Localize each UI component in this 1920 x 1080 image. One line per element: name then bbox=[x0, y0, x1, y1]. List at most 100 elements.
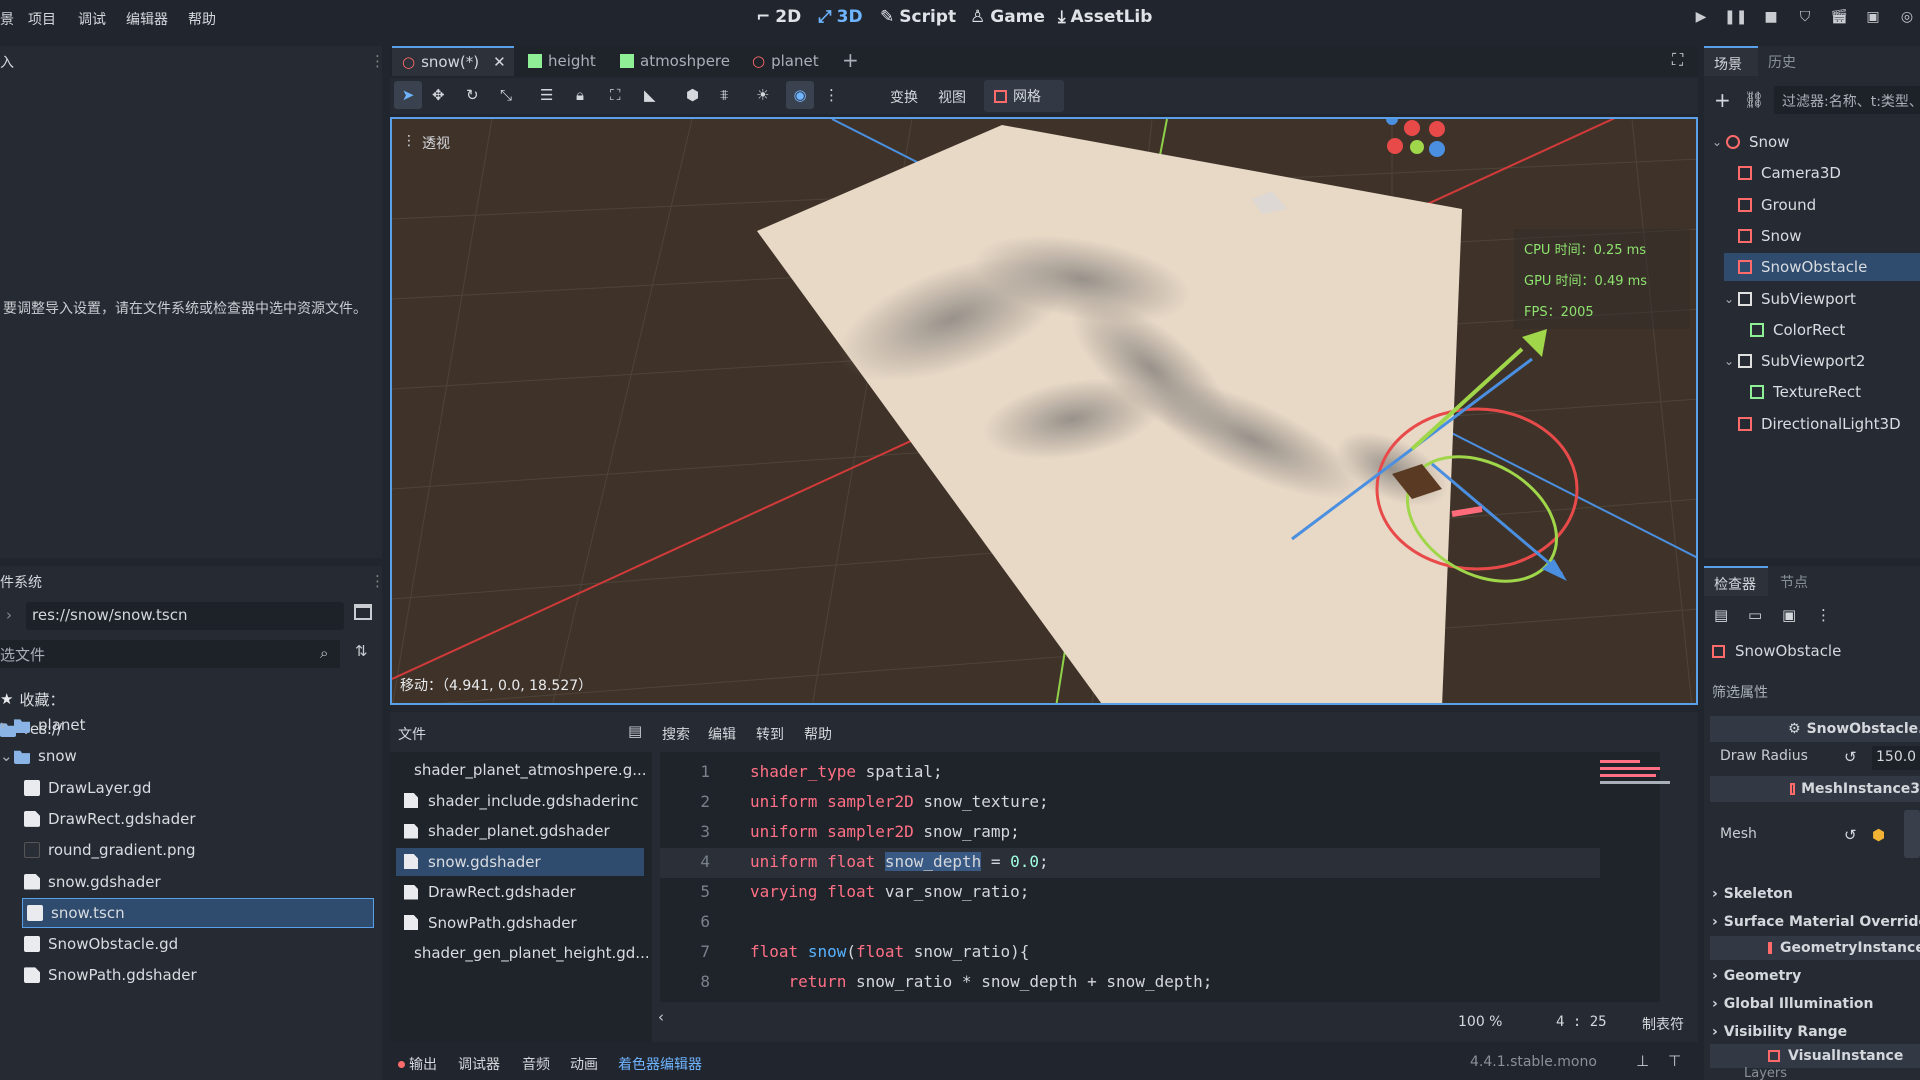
scene-node-row[interactable]: TextureRect bbox=[1736, 378, 1920, 406]
mode-assetlib-button[interactable]: ⤓ AssetLib bbox=[1058, 7, 1152, 27]
reset-icon[interactable]: ↺ bbox=[1844, 748, 1857, 766]
rotate-tool-icon[interactable]: ↻ bbox=[466, 86, 479, 104]
meshinstance-section-header[interactable]: MeshInstance3 bbox=[1710, 776, 1920, 802]
scene-filter-input[interactable]: 过滤器:名称、t:类型、 bbox=[1774, 86, 1920, 114]
inspector-section[interactable]: › Surface Material Override bbox=[1712, 910, 1920, 934]
code-minimap[interactable] bbox=[1600, 756, 1680, 816]
reset-icon[interactable]: ↺ bbox=[1844, 826, 1857, 844]
split-mode-icon[interactable] bbox=[354, 604, 372, 620]
menu-help[interactable]: 帮助 bbox=[188, 9, 216, 29]
inspector-section[interactable]: VisualInstance bbox=[1710, 1044, 1920, 1068]
file-item[interactable]: snow.gdshader bbox=[0, 867, 380, 897]
scene-tab-planet[interactable]: ○ planet bbox=[752, 52, 819, 70]
scene-tab-atmoshpere[interactable]: atmoshpere bbox=[620, 52, 730, 70]
chevron-down-icon[interactable]: ⌄ bbox=[1712, 135, 1726, 149]
draw-radius-field[interactable]: 150.0 bbox=[1872, 746, 1920, 770]
menu-file[interactable]: 文件 bbox=[398, 724, 426, 744]
file-item[interactable]: snow.tscn bbox=[22, 897, 374, 928]
file-item[interactable]: ⌄ snow bbox=[0, 741, 380, 771]
expand-panel-icon[interactable]: ⊤ bbox=[1668, 1052, 1681, 1070]
pause-icon[interactable]: ❚❚ bbox=[1724, 9, 1747, 29]
menu-project[interactable]: 项目 bbox=[28, 9, 56, 29]
mode-game-button[interactable]: ♙ Game bbox=[970, 7, 1045, 27]
play-scene-icon[interactable]: 🎬︎ bbox=[1828, 9, 1850, 29]
file-item[interactable]: SnowObstacle.gd bbox=[0, 929, 380, 959]
file-item[interactable]: DrawLayer.gd bbox=[0, 773, 380, 803]
lock-icon[interactable]: 🔒︎ bbox=[576, 86, 584, 104]
ruler-icon[interactable]: ◣ bbox=[644, 86, 656, 104]
scene-tab-height[interactable]: height bbox=[528, 52, 596, 70]
inspector-section[interactable]: › Visibility Range bbox=[1712, 1020, 1920, 1044]
link-icon[interactable]: ⛓ bbox=[1744, 90, 1764, 109]
menu-help[interactable]: 帮助 bbox=[804, 724, 832, 744]
inspector-section[interactable]: › Skeleton bbox=[1712, 882, 1920, 906]
script-file-item[interactable]: shader_planet_atmoshpere.g... bbox=[396, 756, 647, 784]
path-field[interactable]: res://snow/snow.tscn bbox=[26, 602, 344, 630]
file-filter-input[interactable]: 选文件 bbox=[0, 640, 340, 668]
tab-history[interactable]: 历史 bbox=[1768, 52, 1796, 72]
move-tool-icon[interactable]: ✥ bbox=[432, 86, 445, 104]
chevron-down-icon[interactable]: ⌄ bbox=[1724, 354, 1738, 368]
scene-node-row[interactable]: ⌄ SubViewport2 bbox=[1724, 347, 1920, 375]
mode-2d-button[interactable]: ⌐ 2D bbox=[756, 7, 801, 27]
tab-debugger[interactable]: 调试器 bbox=[458, 1054, 500, 1074]
stop-icon[interactable]: ■ bbox=[1760, 9, 1782, 29]
file-item[interactable]: › planet bbox=[0, 710, 380, 740]
code-area[interactable]: 1 shader_type spatial; 2 uniform sampler2D… bbox=[660, 752, 1660, 1002]
scene-node-row[interactable]: Ground bbox=[1724, 191, 1920, 219]
movie-maker-icon[interactable]: ◎ bbox=[1896, 9, 1918, 29]
fullscreen-icon[interactable]: ⛶ bbox=[1672, 50, 1683, 70]
inspector-section[interactable]: GeometryInstance bbox=[1710, 936, 1920, 960]
open-folder-icon[interactable]: ▭ bbox=[1748, 606, 1762, 624]
add-node-icon[interactable]: + bbox=[1714, 88, 1731, 112]
more-icon[interactable]: ⋮ bbox=[824, 86, 839, 104]
list-select-icon[interactable]: ☰ bbox=[540, 86, 553, 104]
select-tool-icon[interactable]: ➤ bbox=[394, 81, 422, 109]
script-section-header[interactable]: ⚙ SnowObstacle. bbox=[1710, 716, 1920, 742]
3d-viewport[interactable]: ⋮ 透视 CPU 时间：0.25 ms GPU 时间：0.49 ms FPS：20… bbox=[390, 117, 1698, 705]
script-file-item[interactable]: shader_gen_planet_height.gd... bbox=[396, 939, 650, 967]
scene-node-row[interactable]: ColorRect bbox=[1736, 316, 1920, 344]
script-file-item[interactable]: shader_include.gdshaderinc bbox=[396, 787, 644, 815]
perspective-menu[interactable]: ⋮ 透视 bbox=[402, 133, 450, 153]
toggle-list-icon[interactable]: ▤ bbox=[628, 722, 642, 740]
snap-icon[interactable]: ⩨ bbox=[720, 86, 728, 104]
mesh-preview[interactable] bbox=[1904, 810, 1920, 858]
pin-icon[interactable]: ⊥ bbox=[1636, 1052, 1649, 1070]
chevron-right-icon[interactable]: › bbox=[6, 606, 12, 624]
import-tab[interactable]: 入 bbox=[0, 52, 14, 72]
chevron-icon[interactable]: ⌄ bbox=[0, 747, 14, 765]
tab-node[interactable]: 节点 bbox=[1780, 572, 1808, 592]
chevron-icon[interactable]: › bbox=[0, 716, 14, 734]
property-filter-input[interactable]: 筛选属性 bbox=[1712, 682, 1768, 702]
menu-editor[interactable]: 编辑器 bbox=[126, 9, 168, 29]
sun-icon[interactable]: ☀ bbox=[756, 86, 769, 104]
mode-script-button[interactable]: ✎ Script bbox=[880, 7, 956, 27]
menu-scene[interactable]: 景 bbox=[0, 9, 14, 29]
file-item[interactable]: SnowPath.gdshader bbox=[0, 960, 380, 990]
group-icon[interactable]: ⛶ bbox=[610, 86, 621, 104]
script-file-item[interactable]: snow.gdshader bbox=[396, 847, 644, 876]
scene-tab-snow[interactable]: ○ snow(*) ✕ bbox=[392, 46, 514, 76]
environment-icon[interactable]: ◉ bbox=[786, 81, 814, 109]
scene-node-row[interactable]: DirectionalLight3D bbox=[1724, 410, 1920, 438]
menu-edit[interactable]: 编辑 bbox=[708, 724, 736, 744]
inspector-section[interactable]: › Geometry bbox=[1712, 964, 1920, 988]
scene-node-row[interactable]: ⌄ Snow bbox=[1712, 128, 1920, 156]
zoom-level[interactable]: 100 % bbox=[1458, 1014, 1502, 1030]
new-resource-icon[interactable]: ▤ bbox=[1714, 606, 1728, 624]
menu-debug[interactable]: 调试 bbox=[78, 9, 106, 29]
save-icon[interactable]: ▣ bbox=[1782, 606, 1796, 624]
play-custom-icon[interactable]: ▣ bbox=[1862, 9, 1884, 29]
dock-menu-icon[interactable]: ⋮ bbox=[370, 52, 385, 70]
scale-tool-icon[interactable]: ⤡ bbox=[500, 86, 512, 104]
more-icon[interactable]: ⋮ bbox=[1816, 606, 1831, 624]
menu-goto[interactable]: 转到 bbox=[756, 724, 784, 744]
script-file-item[interactable]: SnowPath.gdshader bbox=[396, 909, 644, 937]
chevron-down-icon[interactable]: ⌄ bbox=[1724, 292, 1738, 306]
play-icon[interactable]: ▶ bbox=[1690, 9, 1712, 29]
tab-scene[interactable]: 场景 bbox=[1704, 46, 1758, 76]
scene-node-row[interactable]: SnowObstacle bbox=[1724, 253, 1920, 282]
tab-inspector[interactable]: 检查器 bbox=[1704, 566, 1768, 596]
grid-menu[interactable]: 网格 bbox=[984, 80, 1064, 112]
